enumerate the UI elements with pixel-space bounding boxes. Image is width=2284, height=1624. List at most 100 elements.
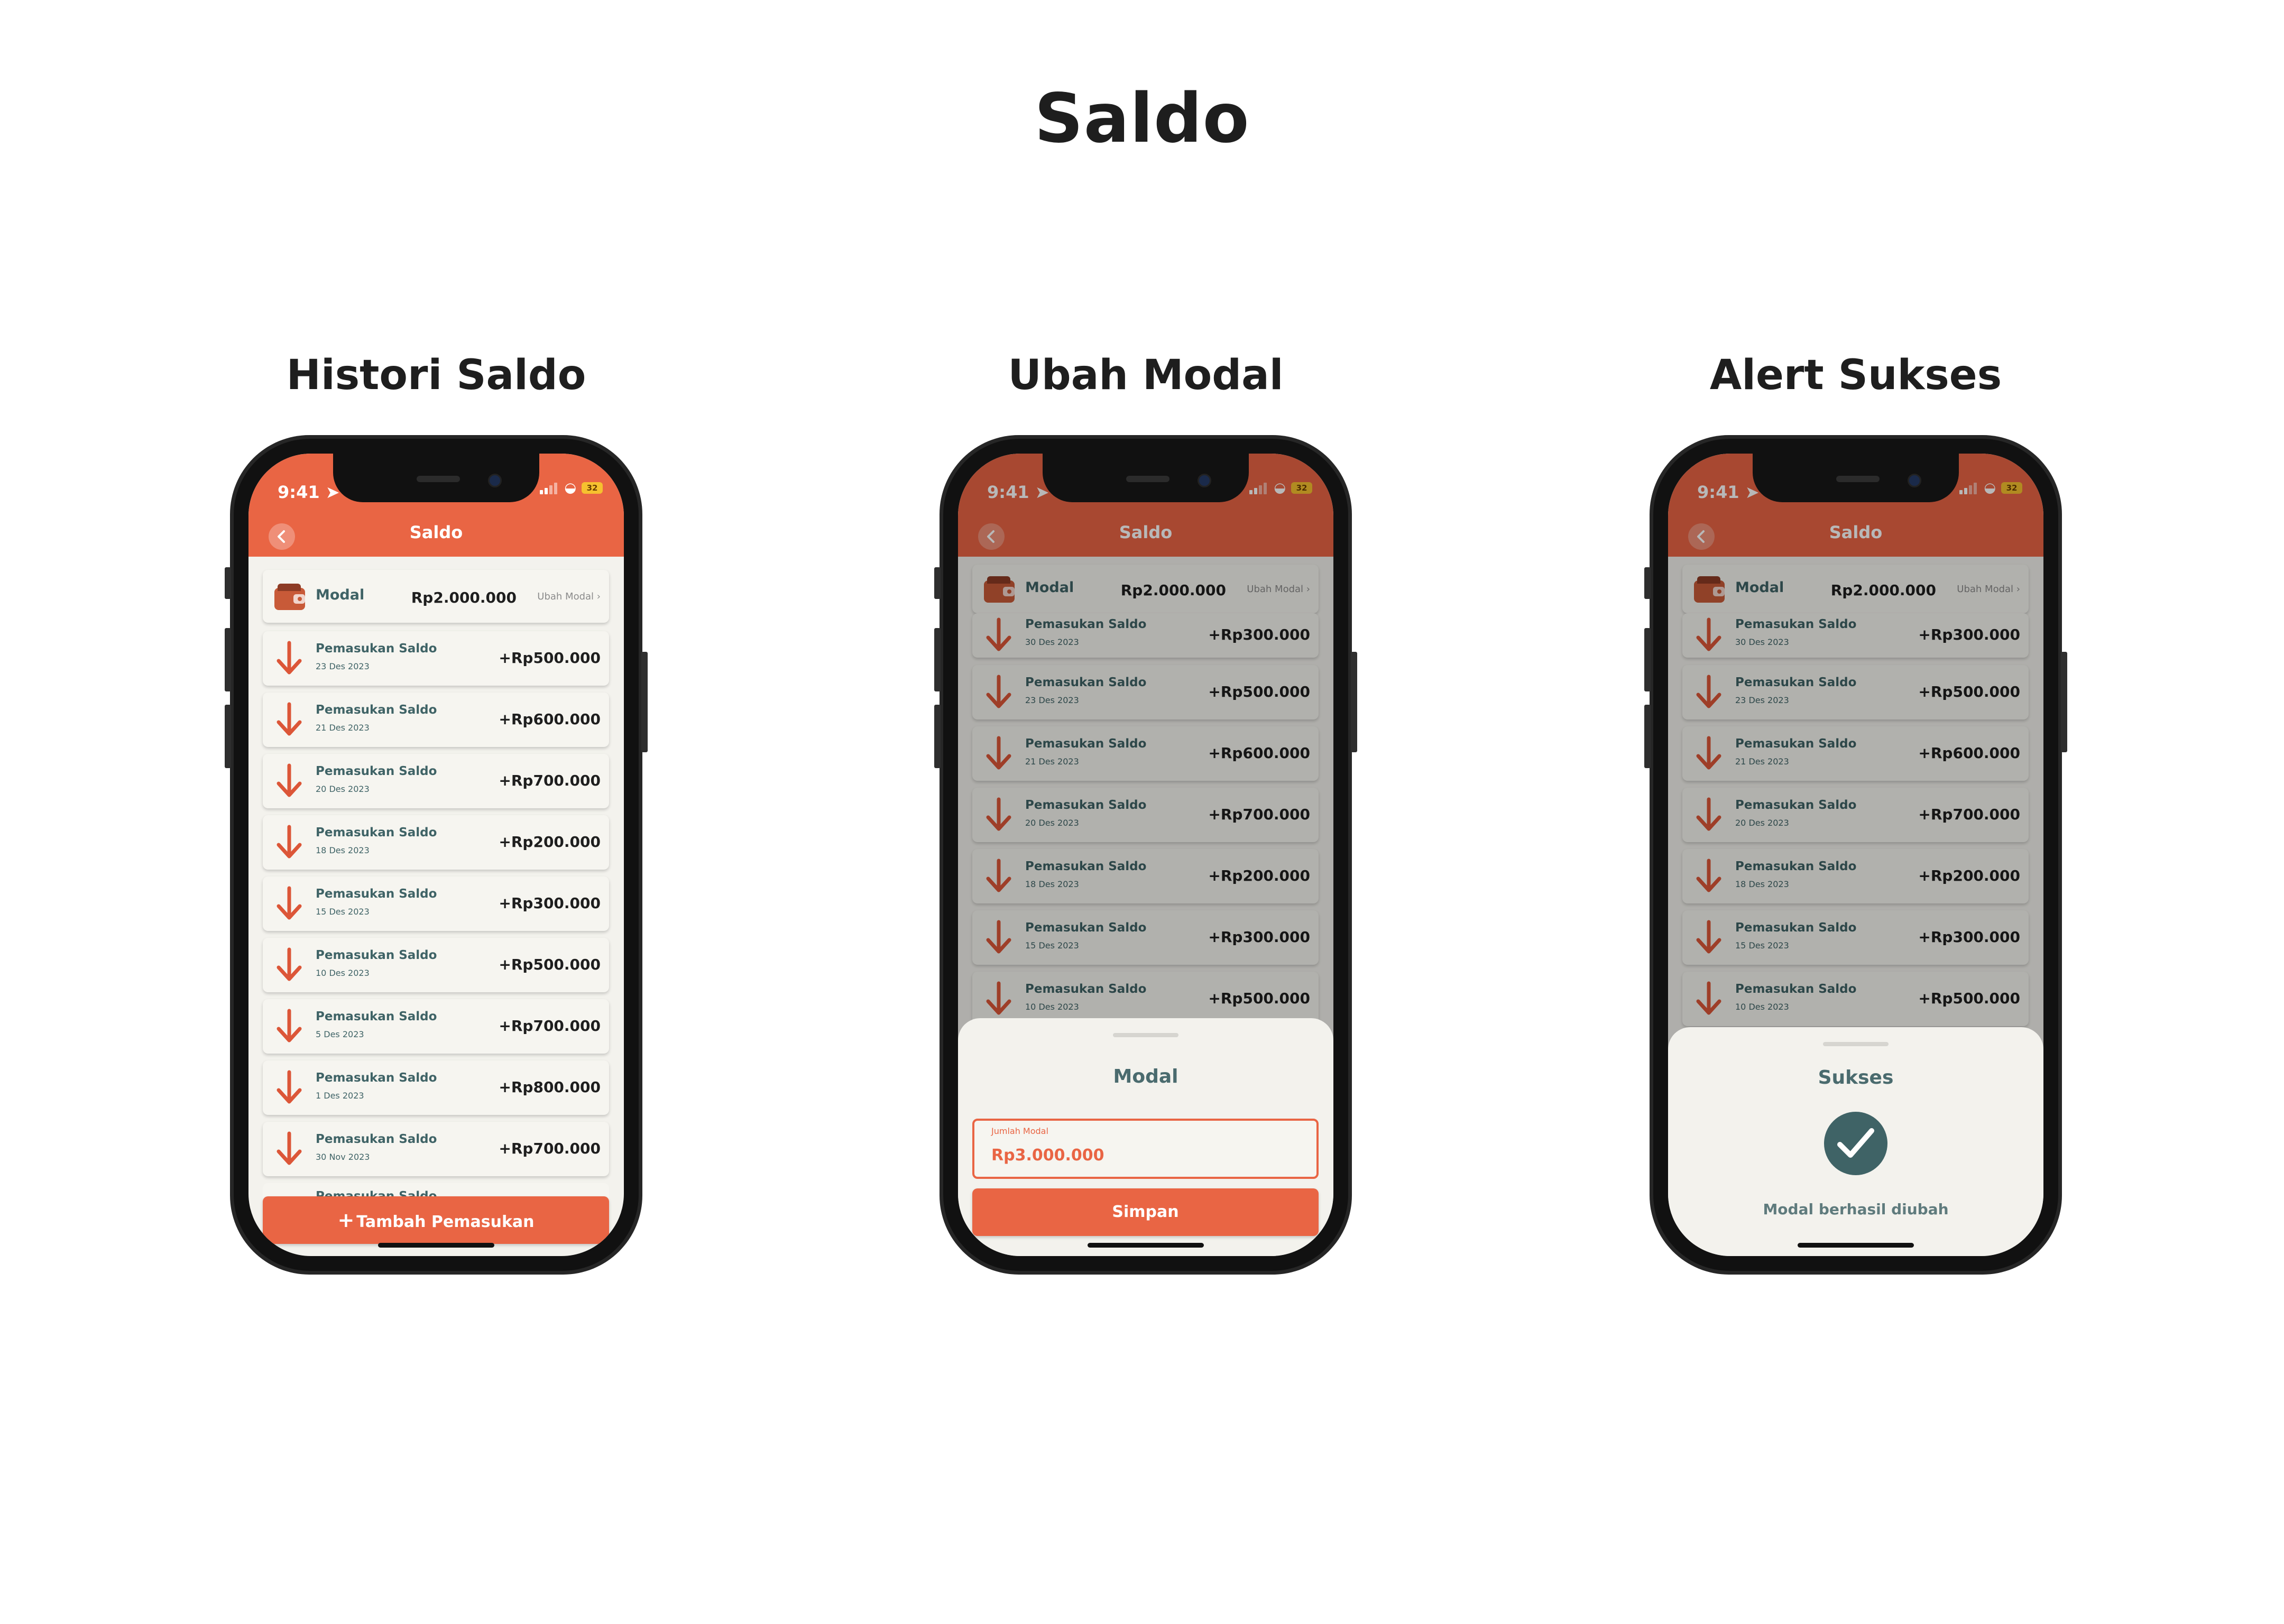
front-camera — [1198, 474, 1211, 487]
home-indicator — [1088, 1243, 1204, 1248]
screen: 9:41 ➤ ◒ 32 Saldo Modal Rp2.000.000 Ubah… — [248, 454, 624, 1256]
notch — [1043, 454, 1249, 502]
home-indicator — [378, 1243, 494, 1248]
volume-down-button — [934, 705, 941, 768]
transaction-row[interactable]: Pemasukan Saldo 23 Des 2023 +Rp500.000 — [263, 631, 609, 686]
ubah-modal-text: Ubah Modal — [537, 591, 594, 602]
modal-label: Modal — [316, 587, 365, 603]
arrow-down-icon — [277, 1131, 302, 1165]
status-time-text: 9:41 — [278, 482, 320, 502]
arrow-down-icon — [277, 641, 302, 675]
notch — [333, 454, 539, 502]
volume-up-button — [1644, 628, 1651, 691]
arrow-down-icon — [277, 886, 302, 920]
silent-switch — [225, 567, 231, 599]
jumlah-modal-value: Rp3.000.000 — [991, 1146, 1104, 1165]
transaction-row[interactable]: Pemasukan Saldo 20 Des 2023 +Rp700.000 — [263, 754, 609, 808]
add-income-label: Tambah Pemasukan — [356, 1213, 535, 1231]
arrow-down-icon — [277, 763, 302, 797]
volume-up-button — [934, 628, 941, 691]
transaction-amount: +Rp200.000 — [499, 833, 601, 851]
volume-up-button — [225, 628, 231, 691]
transaction-row[interactable]: Pemasukan Saldo 30 Nov 2023 +Rp700.000 — [263, 1122, 609, 1176]
transaction-row[interactable]: Pemasukan Saldo 18 Des 2023 +Rp200.000 — [263, 815, 609, 870]
front-camera — [488, 474, 502, 487]
section-title-histori-saldo: Histori Saldo — [286, 352, 586, 399]
power-button — [2061, 652, 2067, 752]
arrow-down-icon — [277, 1009, 302, 1042]
home-indicator — [1798, 1243, 1914, 1248]
modal-bottom-sheet: Modal Jumlah Modal Rp3.000.000 Simpan — [958, 1018, 1333, 1256]
transaction-title: Pemasukan Saldo — [316, 1010, 437, 1023]
transaction-amount: +Rp700.000 — [499, 1140, 601, 1157]
alert-message: Modal berhasil diubah — [1763, 1201, 1949, 1218]
transaction-date: 21 Des 2023 — [316, 723, 370, 733]
silent-switch — [934, 567, 941, 599]
section-title-alert-sukses: Alert Sukses — [1709, 352, 2002, 399]
transaction-title: Pemasukan Saldo — [316, 887, 437, 901]
battery-icon: 32 — [582, 482, 603, 494]
transaction-title: Pemasukan Saldo — [316, 948, 437, 962]
modal-amount: Rp2.000.000 — [411, 589, 517, 606]
add-income-button[interactable]: + Tambah Pemasukan — [263, 1196, 609, 1244]
plus-icon: + — [337, 1208, 355, 1232]
wallet-icon — [274, 584, 305, 610]
front-camera — [1908, 474, 1921, 487]
transaction-title: Pemasukan Saldo — [316, 703, 437, 717]
transaction-amount: +Rp700.000 — [499, 1017, 601, 1035]
alert-title: Sukses — [1818, 1067, 1894, 1088]
transaction-row[interactable]: Pemasukan Saldo 1 Des 2023 +Rp800.000 — [263, 1060, 609, 1115]
speaker — [417, 476, 460, 482]
ubah-modal-link[interactable]: Ubah Modal › — [537, 591, 601, 602]
header-title: Saldo — [409, 522, 463, 542]
transaction-row[interactable]: Pemasukan Saldo 5 Des 2023 +Rp700.000 — [263, 999, 609, 1054]
transaction-title: Pemasukan Saldo — [316, 1071, 437, 1085]
sheet-title: Modal — [1113, 1066, 1178, 1087]
transaction-amount: +Rp800.000 — [499, 1078, 601, 1096]
transaction-amount: +Rp500.000 — [499, 956, 601, 973]
arrow-down-icon — [277, 947, 302, 981]
transaction-row[interactable]: Pemasukan Saldo 21 Des 2023 +Rp600.000 — [263, 693, 609, 747]
arrow-down-icon — [277, 702, 302, 736]
arrow-down-icon — [277, 825, 302, 859]
transaction-amount: +Rp500.000 — [499, 649, 601, 667]
sheet-handle[interactable] — [1823, 1042, 1889, 1046]
transaction-title: Pemasukan Saldo — [316, 826, 437, 839]
modal-card[interactable]: Modal Rp2.000.000 Ubah Modal › — [263, 570, 609, 623]
transaction-title: Pemasukan Saldo — [316, 642, 437, 656]
transaction-date: 20 Des 2023 — [316, 784, 370, 794]
arrow-down-icon — [277, 1070, 302, 1104]
phone-histori-saldo: 9:41 ➤ ◒ 32 Saldo Modal Rp2.000.000 Ubah… — [225, 435, 648, 1275]
chevron-right-icon: › — [596, 591, 601, 602]
section-title-ubah-modal: Ubah Modal — [1008, 352, 1284, 399]
volume-down-button — [1644, 705, 1651, 768]
transaction-row[interactable]: Pemasukan Saldo 10 Des 2023 +Rp500.000 — [263, 938, 609, 992]
transaction-title: Pemasukan Saldo — [316, 1132, 437, 1146]
success-alert-sheet: Sukses Modal berhasil diubah — [1668, 1027, 2043, 1256]
transaction-date: 15 Des 2023 — [316, 907, 370, 917]
save-button[interactable]: Simpan — [972, 1188, 1319, 1236]
transaction-row[interactable]: Pemasukan Saldo 15 Des 2023 +Rp300.000 — [263, 876, 609, 931]
status-time: 9:41 ➤ — [278, 482, 340, 502]
screen: 9:41 ➤ ◒ 32 Saldo Modal Rp2.000.000 Ubah… — [958, 454, 1333, 1256]
power-button — [1351, 652, 1357, 752]
silent-switch — [1644, 567, 1651, 599]
transaction-amount: +Rp700.000 — [499, 772, 601, 789]
jumlah-modal-label: Jumlah Modal — [991, 1126, 1048, 1136]
sheet-handle[interactable] — [1113, 1033, 1178, 1037]
phone-alert-sukses: 9:41 ➤ ◒ 32 Saldo Modal Rp2.000.000 Ubah… — [1644, 435, 2067, 1275]
transaction-amount: +Rp300.000 — [499, 894, 601, 912]
transaction-amount: +Rp600.000 — [499, 710, 601, 728]
jumlah-modal-field[interactable]: Jumlah Modal Rp3.000.000 — [972, 1119, 1319, 1179]
transaction-date: 5 Des 2023 — [316, 1029, 364, 1039]
transaction-date: 1 Des 2023 — [316, 1091, 364, 1101]
transaction-title: Pemasukan Saldo — [316, 764, 437, 778]
transaction-date: 10 Des 2023 — [316, 968, 370, 978]
wifi-icon: ◒ — [564, 480, 576, 496]
signal-icon — [540, 482, 559, 494]
check-circle-icon — [1824, 1112, 1887, 1175]
power-button — [641, 652, 648, 752]
transaction-date: 30 Nov 2023 — [316, 1152, 370, 1162]
page-title: Saldo — [1034, 79, 1250, 158]
speaker — [1836, 476, 1880, 482]
